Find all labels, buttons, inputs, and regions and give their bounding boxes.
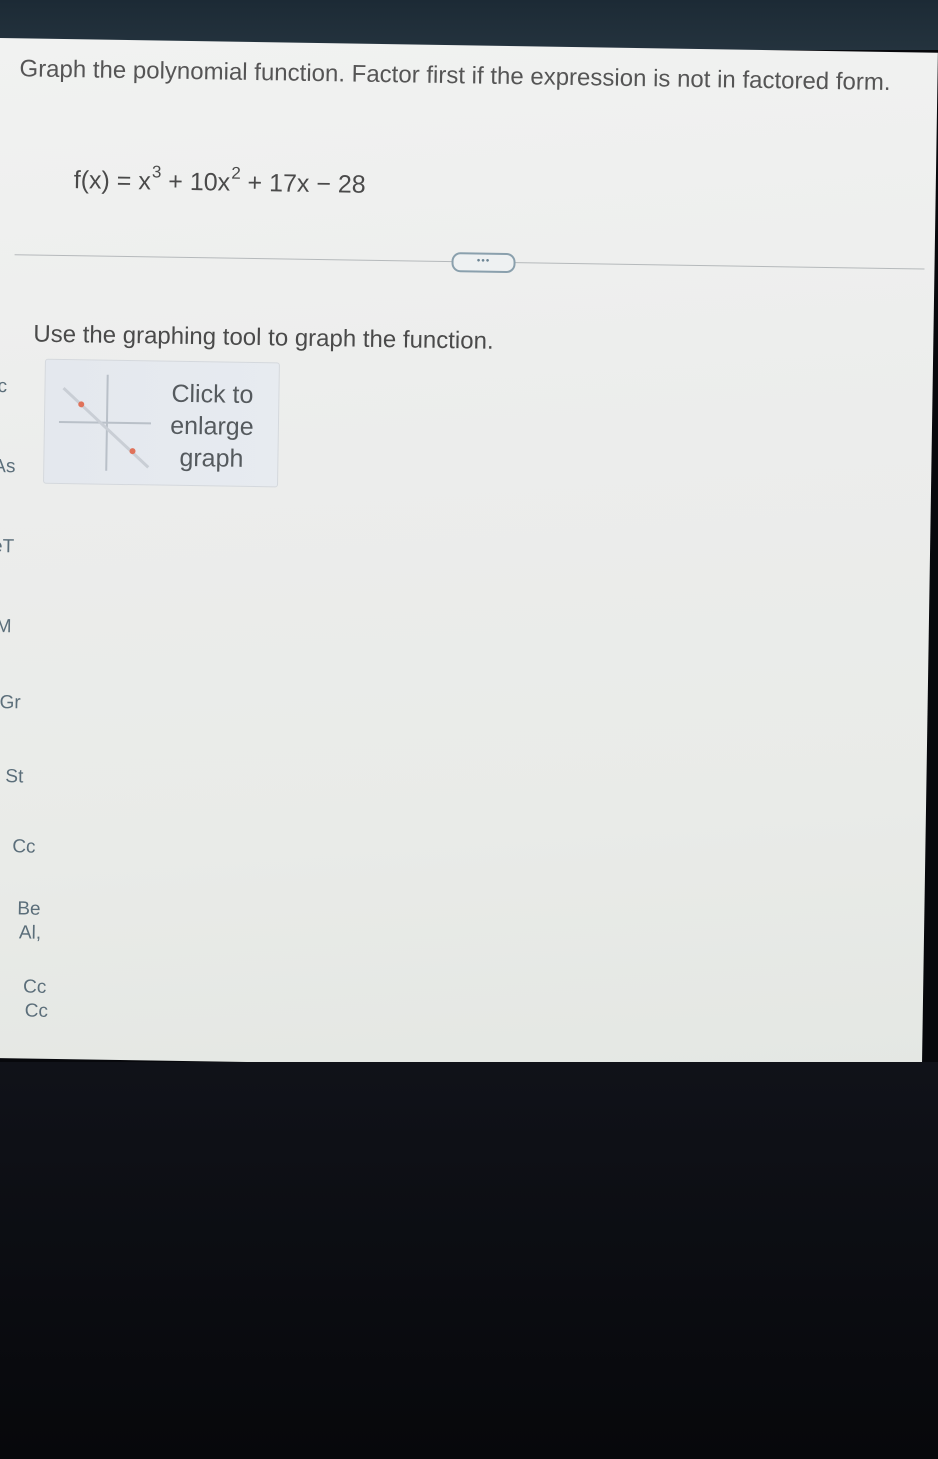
- equation-exponent-3: 3: [151, 162, 162, 182]
- sidebar-fragment-6[interactable]: St: [5, 766, 23, 788]
- enlarge-graph-label: Click to enlarge graph: [156, 378, 267, 476]
- sidebar-fragment-10[interactable]: Cc: [23, 976, 47, 998]
- enlarge-graph-label-line2: enlarge: [170, 411, 254, 442]
- graph-instruction: Use the graphing tool to graph the funct…: [33, 320, 494, 355]
- sidebar-fragment-3[interactable]: eT: [0, 536, 14, 558]
- sidebar-fragment-9[interactable]: Al,: [19, 922, 42, 944]
- equation-term-2: + 10x: [161, 167, 231, 197]
- graph-thumbnail-icon: [58, 374, 151, 471]
- sidebar-fragment-8[interactable]: Be: [17, 898, 41, 920]
- sidebar-fragment-2[interactable]: As: [0, 456, 16, 478]
- equation-lhs: f(x) = x: [73, 166, 152, 196]
- polynomial-equation: f(x) = x3 + 10x2 + 17x − 28: [74, 161, 366, 200]
- enlarge-graph-label-line3: graph: [179, 443, 244, 473]
- sidebar-fragment-11[interactable]: Cc: [25, 1001, 49, 1023]
- sidebar-fragment-4[interactable]: M: [0, 616, 12, 638]
- sidebar-fragment-5[interactable]: Gr: [0, 692, 21, 714]
- sidebar-fragment-7[interactable]: Cc: [12, 836, 36, 858]
- expand-more-button[interactable]: •••: [451, 252, 516, 274]
- monitor-bottom-bezel: [0, 1062, 938, 1459]
- question-prompt: Graph the polynomial function. Factor fi…: [19, 55, 891, 96]
- sidebar-fragment-1[interactable]: c: [0, 376, 7, 398]
- equation-exponent-2: 2: [231, 163, 241, 183]
- question-panel: Graph the polynomial function. Factor fi…: [0, 38, 938, 1073]
- enlarge-graph-label-line1: Click to: [171, 379, 254, 410]
- enlarge-graph-button[interactable]: Click to enlarge graph: [43, 358, 280, 488]
- equation-term-3: + 17x − 28: [240, 168, 366, 199]
